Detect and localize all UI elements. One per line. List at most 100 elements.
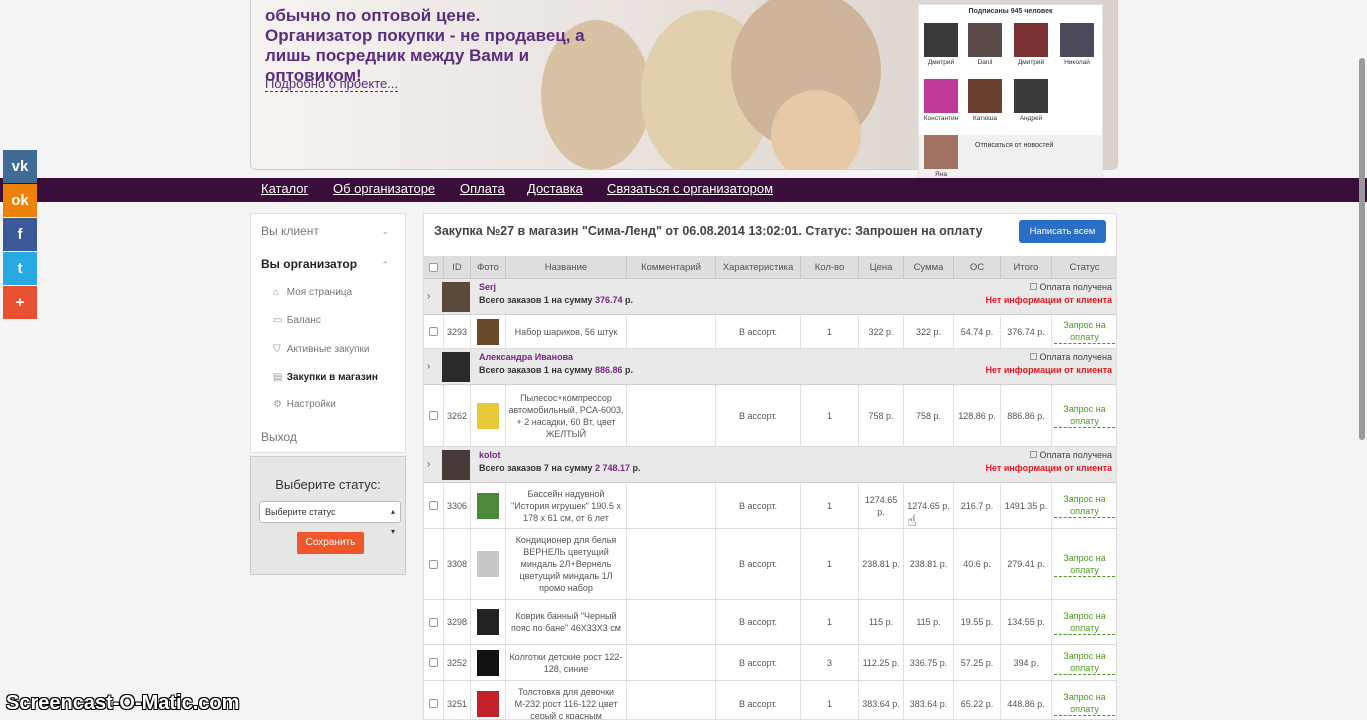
status-cell[interactable]: Запрос на оплату: [1052, 315, 1116, 348]
row-checkbox[interactable]: [424, 483, 444, 528]
table-row: 3308 Кондиционер для белья ВЕРНЕЛЬ цветущ…: [424, 529, 1116, 600]
status-cell[interactable]: Запрос на оплату: [1052, 483, 1116, 528]
avatar: [1014, 79, 1048, 113]
purchase-panel: Закупка №27 в магазин "Сима-Ленд" от 06.…: [423, 213, 1117, 720]
facebook-icon[interactable]: f: [3, 218, 37, 251]
table-row: 3251 Толстовка для девочки М-232 рост 116…: [424, 681, 1116, 719]
sidebar-item-shop-purchases[interactable]: ▤ Закупки в магазин: [273, 372, 378, 383]
client-name[interactable]: Александра Иванова: [479, 352, 573, 362]
id-cell: 3252: [444, 645, 471, 680]
status-cell[interactable]: Запрос на оплату: [1052, 681, 1116, 719]
row-checkbox[interactable]: [424, 529, 444, 599]
payment-request-link[interactable]: Запрос на оплату: [1054, 493, 1115, 518]
sum-cell: 336.75 р.: [904, 645, 954, 680]
payment-request-link[interactable]: Запрос на оплату: [1054, 552, 1115, 577]
sum-cell: 383.64 р.: [904, 681, 954, 719]
page-scrollbar[interactable]: [1359, 58, 1365, 440]
id-cell: 3251: [444, 681, 471, 719]
hero-more-link[interactable]: Подробно о проекте...: [265, 76, 399, 92]
sidebar-item-my-page[interactable]: ⌂ Моя страница: [273, 287, 352, 298]
name-cell: Пылесос+компрессор автомобильный, РСА-60…: [506, 385, 627, 446]
write-all-button[interactable]: Написать всем: [1019, 220, 1106, 243]
total-cell: 448.86 р.: [1001, 681, 1052, 719]
table-row: 3262 Пылесос+компрессор автомобильный, РС…: [424, 385, 1116, 447]
subscriber-6[interactable]: Андрей: [1011, 79, 1051, 122]
id-cell: 3298: [444, 600, 471, 644]
qty-cell: 1: [801, 385, 859, 446]
nav-catalog[interactable]: Каталог: [261, 181, 308, 196]
payment-received-checkbox[interactable]: Оплата получена: [1030, 450, 1112, 460]
row-checkbox[interactable]: [424, 600, 444, 644]
nav-payment[interactable]: Оплата: [460, 181, 505, 196]
row-checkbox[interactable]: [424, 645, 444, 680]
column-header: Статус: [1052, 256, 1116, 279]
status-cell[interactable]: Запрос на оплату: [1052, 385, 1116, 446]
sidebar-item-balance[interactable]: ▭ Баланс: [273, 315, 321, 326]
payment-received-checkbox[interactable]: Оплата получена: [1030, 282, 1112, 292]
hand-cursor-icon: ☝: [907, 513, 917, 530]
sidebar: Вы клиент ⌄ Вы организатор ⌃ ⌂ Моя стран…: [250, 213, 406, 453]
subscriber-3[interactable]: Николай: [1057, 23, 1097, 66]
nav-about-organizer[interactable]: Об организаторе: [333, 181, 435, 196]
os-cell: 216.7 р.: [954, 483, 1001, 528]
client-group-row[interactable]: › Александра Иванова Всего заказов 1 на су…: [424, 349, 1116, 385]
no-info-badge: Нет информации от клиента: [985, 463, 1112, 473]
save-button[interactable]: Сохранить: [297, 532, 364, 554]
payment-request-link[interactable]: Запрос на оплату: [1054, 319, 1115, 344]
select-all-checkbox[interactable]: [424, 256, 444, 279]
subscriber-1[interactable]: Danil: [965, 23, 1005, 66]
subscriber-0[interactable]: Дмитрий: [921, 23, 961, 66]
payment-request-link[interactable]: Запрос на оплату: [1054, 650, 1115, 675]
expand-icon[interactable]: ›: [427, 291, 430, 302]
avatar: [924, 23, 958, 57]
id-cell: 3308: [444, 529, 471, 599]
no-info-badge: Нет информации от клиента: [985, 365, 1112, 375]
price-cell: 112.25 р.: [859, 645, 904, 680]
status-cell[interactable]: Запрос на оплату: [1052, 529, 1116, 599]
page-title: Закупка №27 в магазин "Сима-Ленд" от 06.…: [434, 224, 983, 238]
nav-contact-organizer[interactable]: Связаться с организатором: [607, 181, 773, 196]
status-select[interactable]: Выберите статус ▴ ▾: [259, 501, 401, 536]
payment-request-link[interactable]: Запрос на оплату: [1054, 610, 1115, 635]
product-photo: [471, 483, 506, 528]
sidebar-item-settings[interactable]: ⚙ Настройки: [273, 399, 336, 410]
vk-icon[interactable]: vk: [3, 150, 37, 183]
sidebar-logout[interactable]: Выход: [261, 430, 297, 444]
nav-delivery[interactable]: Доставка: [527, 181, 583, 196]
id-cell: 3262: [444, 385, 471, 446]
sum-cell: 322 р.: [904, 315, 954, 348]
odnoklassniki-icon[interactable]: ok: [3, 184, 37, 217]
sidebar-item-active-purchases[interactable]: ⛉ Активные закупки: [273, 344, 369, 355]
payment-received-checkbox[interactable]: Оплата получена: [1030, 352, 1112, 362]
table-header: ID Фото Название Комментарий Характеристика К…: [424, 256, 1116, 279]
subscriber-2[interactable]: Дмитрий: [1011, 23, 1051, 66]
sum-cell: 115 р.: [904, 600, 954, 644]
share-more-icon[interactable]: +: [3, 286, 37, 319]
expand-icon[interactable]: ›: [427, 459, 430, 470]
twitter-icon[interactable]: t: [3, 252, 37, 285]
unsubscribe-link[interactable]: Отписаться от новостей: [975, 142, 1053, 149]
sidebar-organizer[interactable]: Вы организатор: [261, 257, 357, 271]
expand-icon[interactable]: ›: [427, 361, 430, 372]
subscriber-7[interactable]: Яна: [921, 135, 961, 178]
row-checkbox[interactable]: [424, 315, 444, 348]
subscriber-5[interactable]: Катюша: [965, 79, 1005, 122]
client-total: Всего заказов 1 на сумму 376.74 р.: [479, 295, 634, 305]
payment-request-link[interactable]: Запрос на оплату: [1054, 691, 1115, 716]
row-checkbox[interactable]: [424, 681, 444, 719]
status-cell[interactable]: Запрос на оплату: [1052, 600, 1116, 644]
status-cell[interactable]: Запрос на оплату: [1052, 645, 1116, 680]
client-group-row[interactable]: › Serj Всего заказов 1 на сумму 376.74 р. О…: [424, 279, 1116, 315]
sidebar-client[interactable]: Вы клиент: [261, 224, 319, 238]
client-name[interactable]: kolot: [479, 450, 501, 460]
chevron-up-icon[interactable]: ⌃: [381, 260, 389, 271]
avatar: [442, 352, 470, 382]
avatar: [442, 282, 470, 312]
payment-request-link[interactable]: Запрос на оплату: [1054, 403, 1115, 428]
client-name[interactable]: Serj: [479, 282, 496, 292]
column-header: ОС: [954, 256, 1001, 279]
client-group-row[interactable]: › kolot Всего заказов 7 на сумму 2 748.17 …: [424, 447, 1116, 483]
row-checkbox[interactable]: [424, 385, 444, 446]
subscriber-4[interactable]: Константин: [921, 79, 961, 122]
chevron-down-icon[interactable]: ⌄: [381, 226, 389, 237]
